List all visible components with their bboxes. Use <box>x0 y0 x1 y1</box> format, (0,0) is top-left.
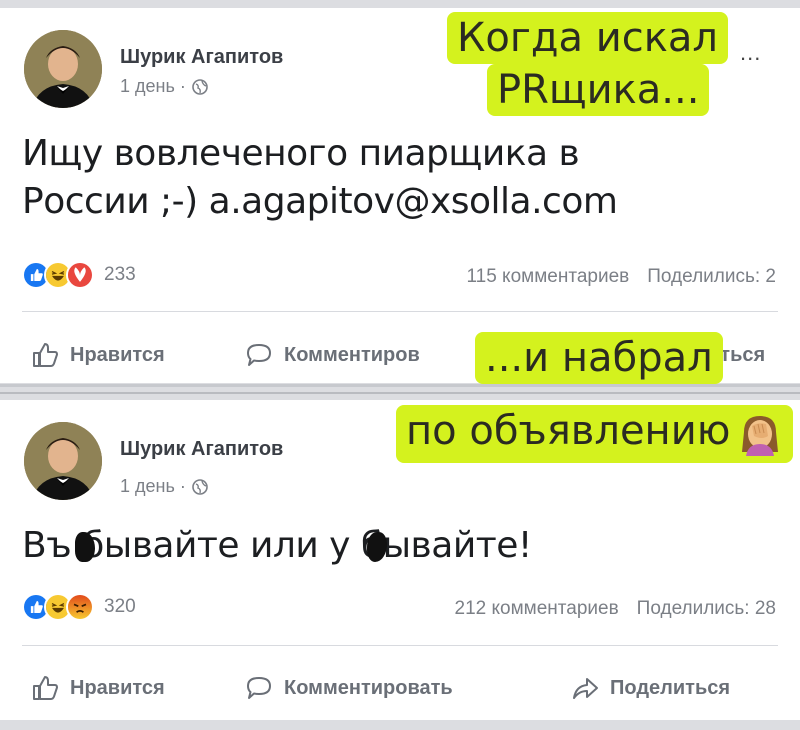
like-button[interactable]: Нравится <box>30 673 165 703</box>
comment-label: Комментиров <box>284 343 420 366</box>
post-text-line-1: Ищу вовлеченого пиарщика в <box>22 133 580 174</box>
posts-separator-2 <box>0 392 800 394</box>
post-timestamp: 1 день · <box>120 476 208 497</box>
comment-button[interactable]: Комментировать <box>244 673 453 703</box>
caption-ellipsis: ... <box>740 40 762 65</box>
share-label: Поделиться <box>610 676 731 699</box>
comments-count[interactable]: 115 комментариев <box>466 266 629 288</box>
like-label: Нравится <box>70 343 165 366</box>
caption-and-hired: ...и набрал <box>475 332 723 384</box>
share-arrow-icon <box>573 678 598 699</box>
author-name[interactable]: Шурик Агапитов <box>120 46 283 69</box>
post-text-line: Въ бывайте или у бывайте! <box>22 525 532 566</box>
posts-separator <box>0 384 800 387</box>
shares-count[interactable]: Поделились: 2 <box>647 266 776 288</box>
comment-label: Комментировать <box>284 676 453 699</box>
reactions-count: 233 <box>104 264 136 285</box>
post-time[interactable]: 1 день · <box>120 76 186 97</box>
author-avatar[interactable] <box>24 30 102 108</box>
author-avatar[interactable] <box>24 422 102 500</box>
globe-icon <box>192 478 208 495</box>
caption-looking: Когда искал <box>447 12 728 64</box>
caption-by-ad-text: по объявлению <box>406 408 731 454</box>
post-text: Ищу вовлеченого пиарщика в России ;-) a.… <box>22 130 618 226</box>
post-time[interactable]: 1 день · <box>120 476 186 497</box>
caption-by-ad: по объявлению <box>396 405 793 463</box>
author-name[interactable]: Шурик Агапитов <box>120 438 283 461</box>
shares-count[interactable]: Поделились: 28 <box>637 598 776 620</box>
post-text-line-2: России ;-) a.agapitov@xsolla.com <box>22 181 618 222</box>
like-button[interactable]: Нравится <box>30 340 165 370</box>
comment-icon <box>247 677 271 699</box>
divider <box>22 311 778 312</box>
comment-button[interactable]: Комментиров <box>244 340 420 370</box>
censor-blot-icon <box>75 532 95 562</box>
comments-count[interactable]: 212 комментариев <box>455 598 619 620</box>
wow-reaction-icon <box>66 261 94 289</box>
post-actions: Нравится Комментировать Поделиться <box>0 668 800 708</box>
angry-reaction-icon <box>66 593 94 621</box>
comment-icon <box>247 344 271 366</box>
reactions-summary[interactable]: 320 <box>22 593 136 621</box>
like-label: Нравится <box>70 676 165 699</box>
thumbs-up-icon <box>33 676 58 700</box>
facepalm-icon <box>738 412 782 456</box>
post-stats: 212 комментариев Поделились: 28 <box>455 598 776 620</box>
post-timestamp: 1 день · <box>120 76 208 97</box>
share-button[interactable]: Поделиться <box>570 673 730 703</box>
reactions-count: 320 <box>104 596 136 617</box>
post-text: Въ бывайте или у бывайте! <box>22 522 532 570</box>
caption-pr-person: PRщика... <box>487 64 710 116</box>
post-stats: 115 комментариев Поделились: 2 <box>466 266 776 288</box>
divider <box>22 645 778 646</box>
reactions-summary[interactable]: 233 <box>22 261 136 289</box>
globe-icon <box>192 78 208 95</box>
thumbs-up-icon <box>33 343 58 367</box>
